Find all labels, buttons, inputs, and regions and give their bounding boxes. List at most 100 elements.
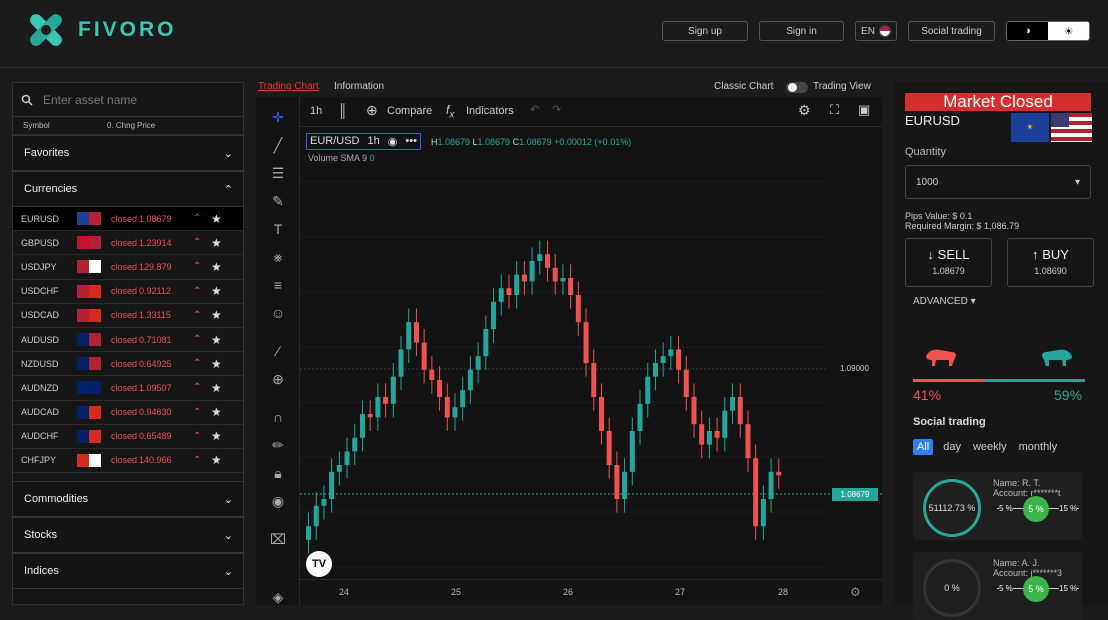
undo-icon[interactable]: ↶ xyxy=(530,103,539,116)
social-trading-button[interactable]: Social trading xyxy=(908,21,995,41)
section-indices[interactable]: Indices ⌄ xyxy=(13,553,243,590)
top-bar: FIVORO Sign up Sign in EN Social trading… xyxy=(0,0,1108,68)
filter-weekly[interactable]: weekly xyxy=(971,439,1009,455)
chart-plot[interactable]: EUR/USD 1h ◉ ••• H1.08679 L1.08679 C1.08… xyxy=(300,127,882,605)
eye-icon[interactable]: ◉ xyxy=(388,135,398,148)
favorite-star-icon[interactable]: ★ xyxy=(211,405,222,419)
candle-type-icon[interactable]: ║ xyxy=(338,103,347,118)
trader-card[interactable]: 51112.73 % Name: R. T. Account: r*******… xyxy=(913,472,1082,540)
candle xyxy=(614,465,620,499)
asset-row[interactable]: AUDCAD closed 0.94630 ⌃ ★ xyxy=(13,401,243,425)
symbol-box[interactable]: EUR/USD 1h ◉ ••• xyxy=(306,133,421,150)
axis-settings-icon[interactable]: ⚙ xyxy=(850,585,861,599)
buy-price: 1.08690 xyxy=(1034,266,1067,276)
filter-day[interactable]: day xyxy=(941,439,963,455)
indicators-icon[interactable]: fx xyxy=(446,103,454,120)
more-icon[interactable]: ••• xyxy=(405,135,417,148)
trash-icon[interactable]: ⌧ xyxy=(268,529,288,549)
favorite-star-icon[interactable]: ★ xyxy=(211,429,222,443)
tab-trading-chart[interactable]: Trading Chart xyxy=(258,81,319,92)
sell-button[interactable]: ↓ SELL 1.08679 xyxy=(905,238,992,287)
asset-list-panel: Symbol 0. Chng Price Favorites ⌄ Currenci… xyxy=(12,82,244,605)
lock-icon[interactable]: 🔒︎ xyxy=(268,463,288,483)
asset-search-input[interactable] xyxy=(43,92,233,107)
compare-button[interactable]: Compare xyxy=(387,105,432,117)
favorite-star-icon[interactable]: ★ xyxy=(211,333,222,347)
quantity-label: Quantity xyxy=(905,146,946,158)
bear-icon xyxy=(926,349,956,366)
section-currencies[interactable]: Currencies ⌃ xyxy=(13,171,243,207)
favorite-star-icon[interactable]: ★ xyxy=(211,212,222,226)
logo[interactable]: FIVORO xyxy=(22,6,177,54)
buy-button[interactable]: ↑ BUY 1.08690 xyxy=(1007,238,1094,287)
trend-up-icon: ⌃ xyxy=(193,213,202,225)
interval-select[interactable]: 1h xyxy=(310,105,322,117)
period-filter: All day weekly monthly xyxy=(913,439,1059,455)
eye-icon[interactable]: ◉ xyxy=(268,491,288,511)
asset-row[interactable]: USDCAD closed 1.33115 ⌃ ★ xyxy=(13,304,243,328)
measure-lines-icon[interactable]: ≡ xyxy=(268,275,288,295)
logo-icon xyxy=(30,14,62,46)
favorite-star-icon[interactable]: ★ xyxy=(211,357,222,371)
layers-icon[interactable]: ◈ xyxy=(268,587,288,607)
favorite-star-icon[interactable]: ★ xyxy=(211,236,222,250)
dark-mode-icon[interactable]: ◑ xyxy=(1007,22,1048,40)
pencil-lock-icon[interactable]: ✏ xyxy=(268,435,288,455)
redo-icon[interactable]: ↷ xyxy=(552,103,561,116)
trend-line-icon[interactable]: ╱ xyxy=(268,135,288,155)
favorite-star-icon[interactable]: ★ xyxy=(211,284,222,298)
candle xyxy=(622,471,628,499)
language-select[interactable]: EN xyxy=(855,21,897,41)
asset-row[interactable]: USDJPY closed 129.879 ⌃ ★ xyxy=(13,255,243,280)
asset-row[interactable]: AUDUSD closed 0.71081 ⌃ ★ xyxy=(13,328,243,353)
section-favorites[interactable]: Favorites ⌄ xyxy=(13,135,243,171)
tradingview-logo[interactable]: TV xyxy=(306,551,332,577)
asset-row[interactable]: CHFJPY closed 140.966 ⌃ ★ xyxy=(13,449,243,474)
brush-icon[interactable]: ✎ xyxy=(268,191,288,211)
quantity-select[interactable]: 1000 ▾ xyxy=(905,165,1091,199)
sign-up-button[interactable]: Sign up xyxy=(662,21,748,41)
camera-icon[interactable]: ▣ xyxy=(858,102,870,118)
asset-search xyxy=(13,83,243,117)
section-stocks[interactable]: Stocks ⌄ xyxy=(13,517,243,554)
filter-all[interactable]: All xyxy=(913,439,934,455)
asset-row[interactable]: GBPUSD closed 1.23914 ⌃ ★ xyxy=(13,231,243,256)
asset-row[interactable]: EURUSD closed 1.08679 ⌃ ★ xyxy=(13,207,243,232)
emoji-icon[interactable]: ☺ xyxy=(268,303,288,323)
crosshair-icon[interactable]: ✛ xyxy=(268,107,288,127)
zoom-in-icon[interactable]: ⊕ xyxy=(268,369,288,389)
eu-flag-icon: ✴ xyxy=(1011,113,1049,142)
favorite-star-icon[interactable]: ★ xyxy=(211,381,222,395)
trader-card[interactable]: 0 % Name: A. J. Account: j*******3 5 % 5… xyxy=(913,552,1082,620)
ruler-icon[interactable]: ∕ xyxy=(268,341,288,361)
add-compare-icon[interactable]: ⊕ xyxy=(366,102,378,119)
advanced-toggle[interactable]: ADVANCED ▾ xyxy=(913,296,976,307)
asset-price: 1.23914 xyxy=(139,237,172,248)
settings-gear-icon[interactable]: ⚙ xyxy=(798,102,811,119)
trend-up-icon: ⌃ xyxy=(193,382,202,394)
favorite-star-icon[interactable]: ★ xyxy=(211,308,222,322)
asset-row[interactable]: USDCHF closed 0.92112 ⌃ ★ xyxy=(13,280,243,304)
favorite-star-icon[interactable]: ★ xyxy=(211,453,222,467)
pattern-icon[interactable]: ⨳ xyxy=(268,247,288,267)
light-mode-icon[interactable]: ☀ xyxy=(1048,22,1089,40)
tab-information[interactable]: Information xyxy=(334,81,384,92)
magnet-icon[interactable]: ∩ xyxy=(268,407,288,427)
text-tool-icon[interactable]: T xyxy=(268,219,288,239)
pips-value: Pips Value: $ 0.1 xyxy=(905,211,973,221)
asset-row[interactable]: NZDUSD closed 0.64925 ⌃ ★ xyxy=(13,352,243,377)
fullscreen-icon[interactable]: ⛶ xyxy=(830,102,839,118)
filter-monthly[interactable]: monthly xyxy=(1017,439,1060,455)
fib-lines-icon[interactable]: ☰ xyxy=(268,163,288,183)
indicators-button[interactable]: Indicators xyxy=(466,105,514,117)
favorite-star-icon[interactable]: ★ xyxy=(211,260,222,274)
sign-in-button[interactable]: Sign in xyxy=(759,21,844,41)
asset-row[interactable]: AUDNZD closed 1.09507 ⌃ ★ xyxy=(13,376,243,401)
theme-toggle[interactable]: ◑ ☀ xyxy=(1006,21,1090,41)
asset-status: closed xyxy=(111,237,138,248)
section-commodities[interactable]: Commodities ⌄ xyxy=(13,481,243,518)
chart-mode-toggle[interactable] xyxy=(786,82,808,93)
sell-price: 1.08679 xyxy=(932,266,965,276)
asset-row[interactable]: AUDCHF closed 0.65489 ⌃ ★ xyxy=(13,425,243,449)
candle xyxy=(506,288,512,295)
